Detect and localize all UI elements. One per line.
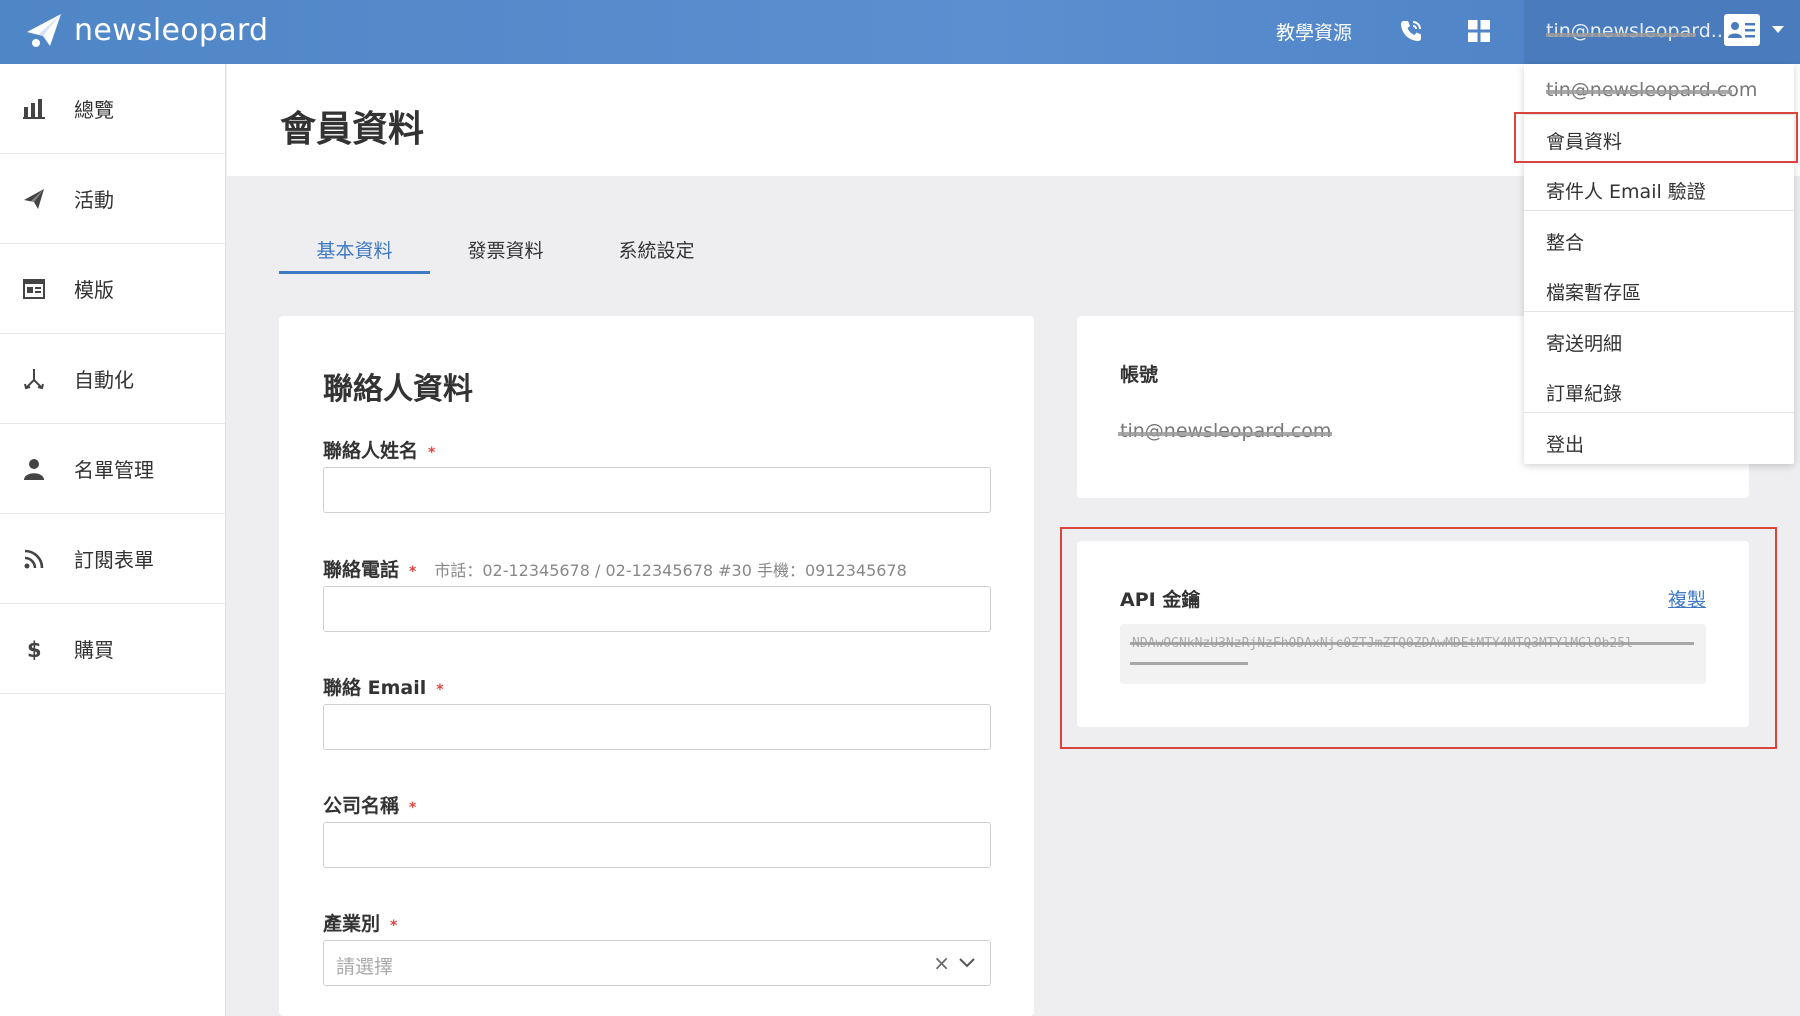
industry-select[interactable]: 請選擇 × (323, 940, 991, 986)
tab-system-settings[interactable]: 系統設定 (581, 226, 732, 274)
copy-api-key-link[interactable]: 複製 (1668, 585, 1706, 612)
redaction-line (1546, 33, 1696, 37)
company-name-label: 公司名稱 * (323, 791, 416, 818)
sidebar-item-label: 總覽 (74, 98, 114, 122)
svg-text:$: $ (27, 638, 42, 661)
sidebar: 總覽 活動 模版 自動化 名單管理 訂閱表單 $ 購買 (0, 64, 226, 1016)
sidebar-item-subscription-forms[interactable]: 訂閱表單 (0, 514, 225, 604)
user-icon (22, 457, 46, 481)
contact-card-icon (1724, 14, 1760, 46)
company-name-input[interactable] (323, 822, 991, 868)
redaction-line (1130, 662, 1248, 665)
required-mark: * (409, 564, 417, 580)
chevron-down-icon (959, 958, 975, 968)
rss-icon (22, 547, 46, 571)
sidebar-item-label: 活動 (74, 188, 114, 212)
top-navbar: newsleopard 教學資源 tin@newsleopard... (0, 0, 1800, 64)
chevron-down-icon (1772, 26, 1784, 33)
field-label-text: 聯絡 Email (323, 677, 427, 699)
menu-item-member-profile[interactable]: 會員資料 (1524, 115, 1794, 165)
required-mark: * (390, 918, 398, 934)
redaction-line (1546, 90, 1732, 94)
contact-phone-label: 聯絡電話 * 市話：02-12345678 / 02-12345678 #30 … (323, 555, 907, 582)
page-title: 會員資料 (280, 109, 425, 150)
required-mark: * (409, 800, 417, 816)
menu-item-integrations[interactable]: 整合 (1524, 216, 1794, 266)
required-mark: * (436, 682, 444, 698)
sidebar-item-label: 訂閱表單 (74, 548, 154, 572)
contact-email-input[interactable] (323, 704, 991, 750)
menu-item-sender-email-verification[interactable]: 寄件人 Email 驗證 (1524, 165, 1794, 215)
account-email: tin@newsleopard.com (1120, 420, 1332, 442)
field-label-text: 聯絡電話 (323, 559, 400, 581)
template-icon (22, 277, 46, 301)
industry-select-placeholder: 請選擇 (336, 956, 394, 978)
required-mark: * (428, 445, 436, 461)
industry-label: 產業別 * (323, 909, 397, 936)
clear-icon[interactable]: × (933, 951, 950, 975)
sidebar-item-campaigns[interactable]: 活動 (0, 154, 225, 244)
sidebar-item-label: 名單管理 (74, 458, 154, 482)
menu-item-logout[interactable]: 登出 (1524, 418, 1794, 468)
contact-email-label: 聯絡 Email * (323, 673, 444, 700)
menu-item-send-details[interactable]: 寄送明細 (1524, 317, 1794, 367)
contact-card-title: 聯絡人資料 (323, 372, 473, 407)
flow-icon (22, 367, 46, 391)
contact-info-card: 聯絡人資料 聯絡人姓名 * 聯絡電話 * 市話：02-12345678 / 02… (279, 316, 1034, 1016)
sidebar-item-label: 自動化 (74, 368, 134, 392)
field-label-text: 產業別 (323, 913, 381, 935)
field-label-text: 聯絡人姓名 (323, 440, 419, 462)
sidebar-item-contacts[interactable]: 名單管理 (0, 424, 225, 514)
sidebar-item-overview[interactable]: 總覽 (0, 64, 225, 154)
account-label: 帳號 (1120, 364, 1159, 386)
profile-tabs: 基本資料 發票資料 系統設定 (279, 226, 732, 274)
paper-plane-icon (22, 187, 46, 211)
dollar-icon: $ (22, 637, 46, 661)
phone-icon[interactable] (1396, 16, 1426, 46)
sidebar-item-label: 模版 (74, 278, 114, 302)
brand-logo[interactable]: newsleopard (24, 10, 268, 50)
sidebar-item-automation[interactable]: 自動化 (0, 334, 225, 424)
user-menu-toggle[interactable]: tin@newsleopard... (1524, 0, 1800, 64)
grid-icon[interactable] (1464, 16, 1494, 46)
paper-plane-logo-icon (27, 14, 61, 47)
tab-invoice-info[interactable]: 發票資料 (430, 226, 581, 274)
contact-name-label: 聯絡人姓名 * (323, 436, 435, 463)
contact-phone-input[interactable] (323, 586, 991, 632)
redaction-line (1118, 432, 1332, 436)
redaction-line (1130, 642, 1694, 645)
brand-name: newsleopard (74, 12, 269, 48)
resources-link[interactable]: 教學資源 (1276, 18, 1352, 45)
menu-item-file-storage[interactable]: 檔案暫存區 (1524, 266, 1794, 316)
sidebar-item-label: 購買 (74, 638, 114, 662)
tab-basic-info[interactable]: 基本資料 (279, 226, 430, 274)
menu-divider (1524, 311, 1794, 312)
api-key-label: API 金鑰 (1120, 589, 1201, 611)
field-label-text: 公司名稱 (323, 795, 400, 817)
sidebar-item-purchase[interactable]: $ 購買 (0, 604, 225, 694)
bar-chart-icon (22, 97, 46, 121)
contact-name-input[interactable] (323, 467, 991, 513)
phone-format-hint: 市話：02-12345678 / 02-12345678 #30 手機：0912… (434, 561, 907, 580)
sidebar-item-templates[interactable]: 模版 (0, 244, 225, 334)
user-email: tin@newsleopard... (1546, 20, 1729, 42)
menu-divider (1524, 412, 1794, 413)
api-key-card: API 金鑰 複製 NDAwOGNkNzU3NzRjNzFhODAxNjc0ZT… (1077, 541, 1749, 727)
api-key-box: NDAwOGNkNzU3NzRjNzFhODAxNjc0ZTJmZTQ0ZDAw… (1120, 624, 1706, 684)
menu-item-order-history[interactable]: 訂單紀錄 (1524, 367, 1794, 417)
menu-divider (1524, 210, 1794, 211)
user-dropdown-menu: tin@newsleopard.com 會員資料 寄件人 Email 驗證 整合… (1524, 64, 1794, 464)
